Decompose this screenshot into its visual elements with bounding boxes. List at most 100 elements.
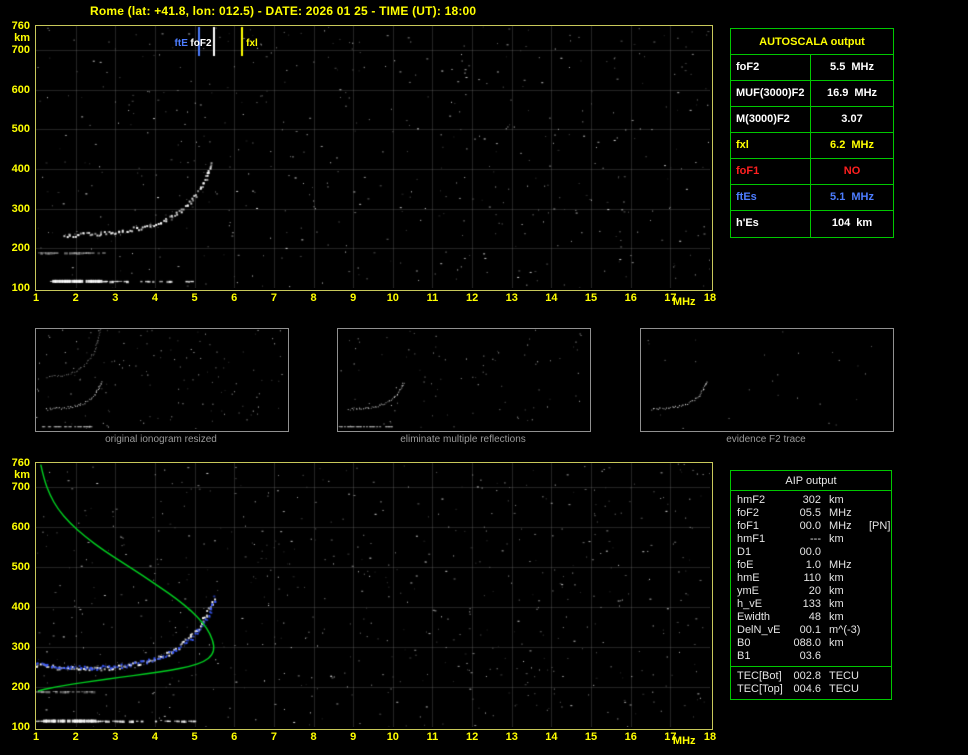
autoscala-row-fxl: fxl 6.2 MHz bbox=[731, 133, 893, 159]
x-tick-label: 1 bbox=[32, 292, 40, 304]
y-tick-label: 760 bbox=[11, 457, 30, 469]
aip-row-value: 004.6 bbox=[793, 683, 821, 695]
aip-row-unit: km bbox=[829, 611, 844, 623]
x-tick-label: 14 bbox=[545, 292, 558, 304]
x-tick-label: 13 bbox=[505, 292, 518, 304]
aip-row-unit: MHz bbox=[829, 559, 852, 571]
thumbnail-original-ionogram bbox=[35, 328, 289, 432]
aip-row-label: h_vE bbox=[737, 598, 763, 610]
x-tick-label: 16 bbox=[624, 292, 637, 304]
aip-row-note bbox=[867, 683, 869, 696]
aip-row-note bbox=[867, 585, 869, 598]
x-tick-label: 3 bbox=[112, 292, 119, 304]
aip-row-note bbox=[867, 637, 869, 650]
aip-row-label: foE bbox=[737, 559, 754, 571]
aip-row-D1: D1 00.0 bbox=[731, 546, 891, 559]
autoscala-row-value: 3.07 bbox=[841, 113, 863, 125]
aip-row-value: 00.0 bbox=[799, 520, 821, 532]
x-tick-label: 11 bbox=[426, 731, 439, 743]
x-tick-label: 9 bbox=[350, 292, 357, 304]
thumbnail-caption-original: original ionogram resized bbox=[105, 434, 217, 445]
aip-row-foF2: foF2 05.5 MHz bbox=[731, 507, 891, 520]
thumbnail-original-canvas bbox=[36, 329, 286, 429]
aip-row-TEC[Top]: TEC[Top] 004.6 TECU bbox=[731, 683, 891, 696]
x-tick-label: 3 bbox=[112, 731, 119, 743]
y-axis-unit: km bbox=[14, 32, 30, 44]
x-tick-label: 6 bbox=[231, 292, 238, 304]
aip-row-unit: m^(-3) bbox=[829, 624, 861, 636]
top-ionogram-canvas bbox=[36, 26, 710, 288]
y-tick-label: 300 bbox=[11, 202, 30, 215]
aip-row-value: 088.0 bbox=[793, 637, 821, 649]
aip-row-unit: km bbox=[829, 494, 844, 506]
aip-row-note bbox=[867, 572, 869, 585]
page-title: Rome (lat: +41.8, lon: 012.5) - DATE: 20… bbox=[90, 4, 477, 18]
x-tick-label: 8 bbox=[310, 731, 317, 743]
autoscala-row-MUF(3000)F2: MUF(3000)F2 16.9 MHz bbox=[731, 81, 893, 107]
autoscala-row-value: 5.5 MHz bbox=[830, 61, 874, 73]
y-tick-label: 760 bbox=[11, 20, 30, 32]
aip-row-value: 110 bbox=[803, 572, 821, 584]
aip-row-B1: B1 03.6 bbox=[731, 650, 891, 663]
aip-row-Ewidth: Ewidth 48 km bbox=[731, 611, 891, 624]
aip-row-note bbox=[867, 670, 869, 683]
y-tick-label: 600 bbox=[11, 83, 30, 96]
aip-separator bbox=[731, 666, 891, 667]
autoscala-row-M(3000)F2: M(3000)F2 3.07 bbox=[731, 107, 893, 133]
aip-row-unit: TECU bbox=[829, 683, 859, 695]
aip-row-value: 133 bbox=[802, 598, 821, 610]
x-tick-label: 6 bbox=[231, 731, 238, 743]
x-tick-label: 2 bbox=[72, 292, 79, 304]
aip-row-label: hmE bbox=[737, 572, 760, 584]
x-tick-label: 18 bbox=[703, 292, 717, 304]
autoscala-app-window: Rome (lat: +41.8, lon: 012.5) - DATE: 20… bbox=[0, 0, 968, 755]
aip-row-label: Ewidth bbox=[737, 611, 771, 623]
y-tick-label: 400 bbox=[11, 162, 30, 175]
aip-row-label: TEC[Top] bbox=[737, 683, 783, 695]
x-tick-label: 4 bbox=[151, 292, 158, 304]
thumbnail-evidence-f2 bbox=[640, 328, 894, 432]
aip-row-label: TEC[Bot] bbox=[737, 670, 782, 682]
aip-row-note bbox=[867, 533, 869, 546]
aip-row-unit bbox=[821, 650, 867, 663]
x-tick-label: 4 bbox=[151, 731, 158, 743]
y-tick-label: 600 bbox=[11, 521, 30, 533]
autoscala-row-foF2: foF2 5.5 MHz bbox=[731, 55, 893, 81]
x-tick-label: 18 bbox=[703, 731, 717, 743]
x-tick-label: 12 bbox=[465, 292, 479, 304]
aip-row-note bbox=[867, 559, 869, 572]
aip-row-label: foF1 bbox=[737, 520, 760, 532]
aip-row-DelN_vE: DelN_vE 00.1 m^(-3) bbox=[731, 624, 891, 637]
aip-row-foF1: foF1 00.0 MHz [PN] bbox=[731, 520, 891, 533]
bottom-ionogram-panel bbox=[35, 462, 713, 730]
aip-row-unit: km bbox=[829, 572, 844, 584]
x-tick-label: 15 bbox=[584, 731, 598, 743]
marker-label-foF2: foF2 bbox=[190, 38, 212, 49]
y-axis-unit: km bbox=[14, 469, 30, 481]
aip-row-value: 03.6 bbox=[799, 650, 821, 662]
x-tick-label: 11 bbox=[426, 292, 439, 304]
aip-row-hmF1: hmF1 --- km bbox=[731, 533, 891, 546]
autoscala-table-header: AUTOSCALA output bbox=[731, 29, 893, 55]
aip-row-value: 20 bbox=[808, 585, 821, 597]
autoscala-row-value: 104 km bbox=[831, 217, 873, 229]
x-tick-label: 16 bbox=[624, 731, 637, 743]
aip-row-foE: foE 1.0 MHz bbox=[731, 559, 891, 572]
aip-output-table: AIP output hmF2 302 km foF2 05.5 MHz foF1 00.0 M… bbox=[730, 470, 892, 700]
y-tick-label: 500 bbox=[11, 561, 30, 573]
autoscala-row-label: foF1 bbox=[731, 159, 811, 184]
x-axis-unit: MHz bbox=[672, 735, 696, 747]
autoscala-row-label: h'Es bbox=[731, 211, 811, 237]
aip-row-value: 302 bbox=[802, 494, 821, 506]
aip-row-value: --- bbox=[810, 533, 821, 545]
autoscala-row-value: 6.2 MHz bbox=[830, 139, 874, 151]
aip-row-unit: MHz bbox=[829, 507, 852, 519]
aip-row-note: [PN] bbox=[869, 520, 891, 532]
top-ionogram-panel bbox=[35, 25, 713, 291]
aip-row-label: D1 bbox=[737, 546, 752, 558]
aip-row-note bbox=[867, 494, 869, 507]
x-tick-label: 8 bbox=[310, 292, 317, 304]
x-tick-label: 15 bbox=[584, 292, 598, 304]
autoscala-row-label: MUF(3000)F2 bbox=[731, 81, 811, 106]
autoscala-row-label: foF2 bbox=[731, 55, 811, 80]
